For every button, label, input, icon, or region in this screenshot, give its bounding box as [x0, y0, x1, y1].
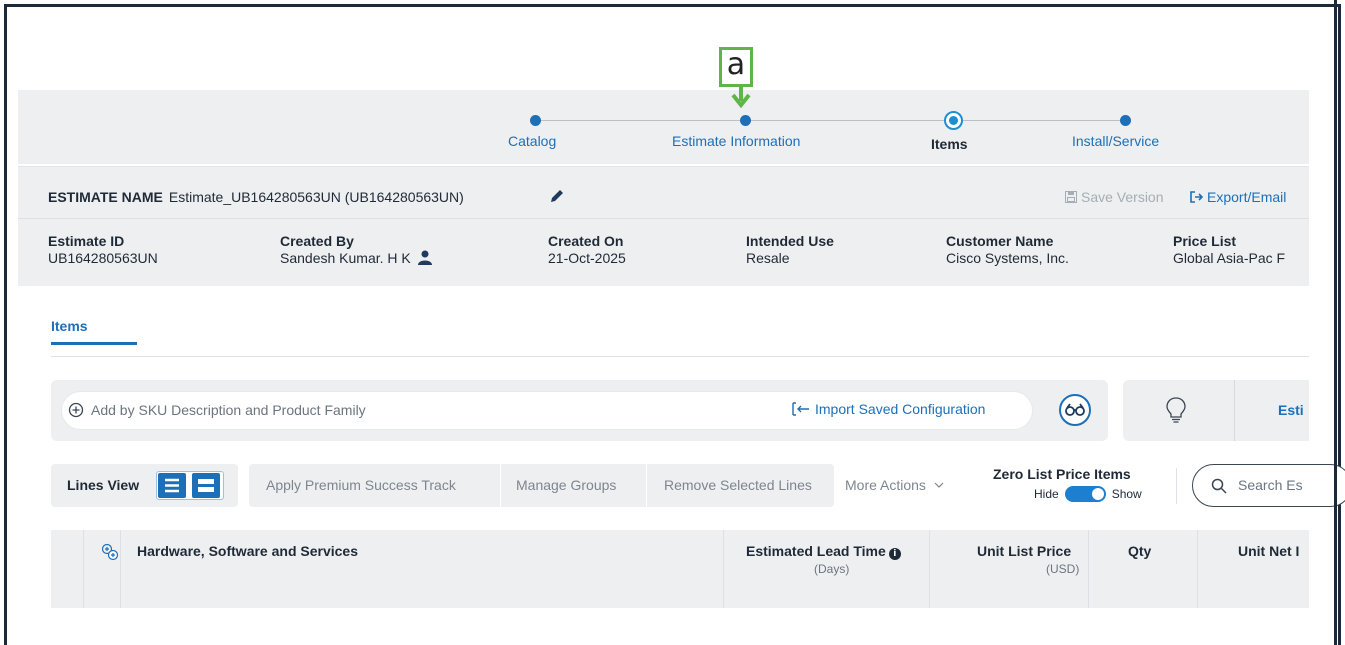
divider: [1234, 380, 1235, 441]
toggle-show-label: Show: [1111, 487, 1142, 501]
more-actions-label: More Actions: [845, 477, 926, 493]
annotation-arrow-icon: [731, 87, 751, 109]
export-email-label: Export/Email: [1207, 189, 1287, 205]
zero-list-price-toggle-row: Hide Show: [1034, 486, 1142, 502]
add-circle-icon: [68, 402, 84, 418]
column-divider: [83, 530, 84, 608]
column-qty[interactable]: Qty: [1128, 543, 1151, 559]
column-estimated-lead-time[interactable]: Estimated Lead Time i: [746, 543, 901, 560]
divider: [51, 356, 1309, 357]
tab-active-indicator: [51, 342, 137, 345]
step-connector: [955, 120, 1125, 121]
lightbulb-icon[interactable]: [1166, 397, 1186, 423]
remove-selected-lines-button[interactable]: Remove Selected Lines: [664, 477, 812, 493]
field-created-by: Created By Sandesh Kumar. H K: [280, 233, 433, 266]
field-label: Intended Use: [746, 233, 834, 249]
person-icon[interactable]: [417, 250, 433, 265]
table-header: [51, 530, 1309, 608]
add-by-sku-placeholder: Add by SKU Description and Product Famil…: [91, 402, 366, 418]
compact-view-button[interactable]: [192, 473, 220, 498]
step-connector: [535, 120, 745, 121]
field-created-on: Created On 21-Oct-2025: [548, 233, 626, 266]
zero-list-price-toggle[interactable]: [1064, 486, 1106, 502]
column-unit-net-price[interactable]: Unit Net I: [1238, 543, 1299, 559]
expand-all-icon[interactable]: [101, 543, 119, 561]
column-lead-time-unit: (Days): [814, 562, 850, 576]
divider: [646, 464, 647, 507]
rows-icon: [198, 479, 214, 492]
estimate-name-label: ESTIMATE NAME: [48, 189, 163, 205]
edit-pencil-icon[interactable]: [548, 187, 566, 205]
lines-view-label: Lines View: [67, 477, 140, 493]
tab-items[interactable]: Items: [51, 318, 88, 334]
field-value: UB164280563UN: [48, 250, 158, 266]
divider: [500, 464, 501, 507]
import-label: Import Saved Configuration: [815, 401, 986, 417]
divider: [1176, 468, 1177, 504]
column-hardware-software-services[interactable]: Hardware, Software and Services: [137, 543, 358, 559]
annotation-marker-label: a: [726, 47, 746, 82]
field-customer-name: Customer Name Cisco Systems, Inc.: [946, 233, 1069, 266]
column-divider: [1197, 530, 1198, 608]
chevron-down-icon: [934, 482, 944, 488]
estimate-name-bar: ESTIMATE NAME Estimate_UB164280563UN (UB1…: [18, 166, 1309, 218]
field-estimate-id: Estimate ID UB164280563UN: [48, 233, 158, 266]
column-unit-list-price[interactable]: Unit List Price: [977, 543, 1071, 559]
step-connector: [745, 120, 955, 121]
field-label: Price List: [1173, 233, 1237, 249]
field-label: Created By: [280, 233, 354, 249]
annotation-marker: a: [719, 47, 753, 87]
step-label-catalog[interactable]: Catalog: [508, 133, 556, 149]
field-value: Global Asia-Pac F: [1173, 250, 1286, 266]
save-version-label: Save Version: [1081, 189, 1164, 205]
zero-list-price-title: Zero List Price Items: [993, 466, 1131, 482]
more-actions-dropdown[interactable]: More Actions: [845, 477, 944, 493]
apply-premium-success-track-button[interactable]: Apply Premium Success Track: [266, 477, 456, 493]
step-label-estimate-information[interactable]: Estimate Information: [672, 133, 800, 149]
toggle-hide-label: Hide: [1034, 487, 1059, 501]
estimate-details: Estimate ID UB164280563UN Created By San…: [18, 218, 1309, 286]
step-label-install-service[interactable]: Install/Service: [1072, 133, 1159, 149]
save-icon: [1065, 191, 1077, 203]
list-icon: [165, 478, 179, 493]
export-email-button[interactable]: Export/Email: [1190, 189, 1286, 205]
step-label-items: Items: [931, 136, 968, 152]
estimate-summary-link[interactable]: Esti: [1278, 402, 1304, 418]
column-label: Estimated Lead Time: [746, 543, 886, 559]
step-dot-estimate-information[interactable]: [740, 115, 751, 126]
estimate-name: ESTIMATE NAME Estimate_UB164280563UN (UB1…: [48, 189, 464, 205]
binoculars-icon: [1065, 403, 1085, 416]
step-dot-items: [944, 111, 963, 130]
progress-stepper: Catalog Estimate Information Items Insta…: [18, 90, 1309, 164]
search-icon: [1211, 478, 1227, 494]
field-value-row: Sandesh Kumar. H K: [280, 250, 433, 266]
column-divider: [929, 530, 930, 608]
column-unit-list-price-unit: (USD): [1046, 562, 1080, 576]
explore-button[interactable]: [1059, 394, 1091, 426]
save-version-button[interactable]: Save Version: [1065, 189, 1164, 205]
column-divider: [120, 530, 121, 608]
field-price-list: Price List Global Asia-Pac F: [1173, 233, 1285, 266]
import-saved-configuration-button[interactable]: Import Saved Configuration: [792, 401, 985, 417]
column-divider: [723, 530, 724, 608]
field-label: Customer Name: [946, 233, 1054, 249]
step-dot-catalog[interactable]: [530, 115, 541, 126]
step-dot-install-service[interactable]: [1120, 115, 1131, 126]
field-value: Cisco Systems, Inc.: [946, 250, 1069, 266]
info-icon[interactable]: i: [888, 548, 901, 560]
field-label: Created On: [548, 233, 624, 249]
manage-groups-button[interactable]: Manage Groups: [516, 477, 616, 493]
column-divider: [1088, 530, 1089, 608]
search-placeholder: Search Es: [1238, 477, 1303, 493]
window-border: [1334, 0, 1337, 645]
field-value: 21-Oct-2025: [548, 250, 626, 266]
import-icon: [792, 402, 809, 416]
estimate-name-value: Estimate_UB164280563UN (UB164280563UN): [168, 189, 464, 205]
list-view-button[interactable]: [158, 473, 186, 498]
field-intended-use: Intended Use Resale: [746, 233, 834, 266]
export-icon: [1190, 191, 1204, 203]
field-label: Estimate ID: [48, 233, 125, 249]
field-value: Resale: [746, 250, 790, 266]
field-value: Sandesh Kumar. H K: [280, 250, 411, 266]
